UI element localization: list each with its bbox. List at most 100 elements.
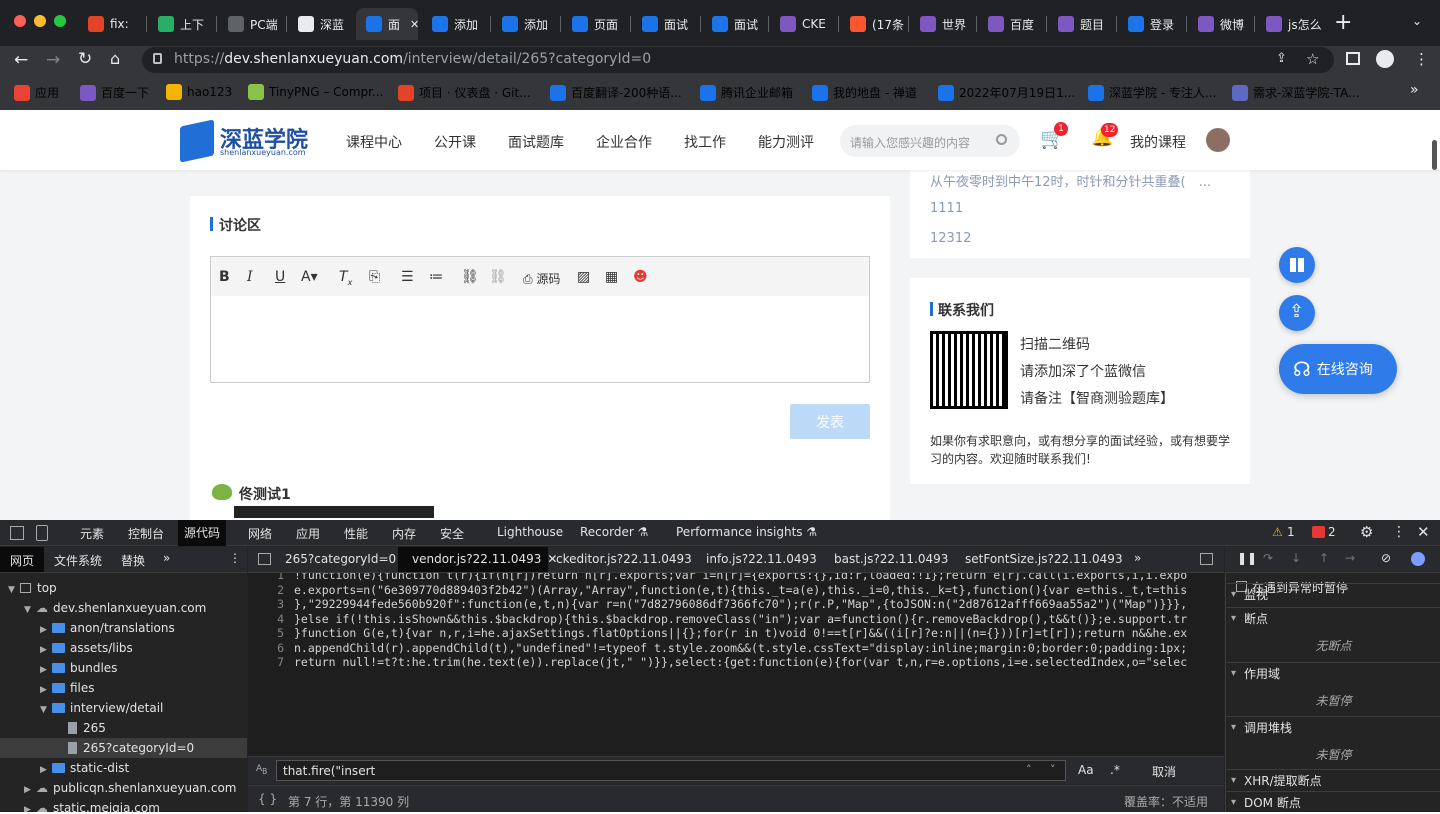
warning-count[interactable]: 1 bbox=[1287, 525, 1295, 539]
debugger-section-header[interactable]: 断点 bbox=[1226, 607, 1440, 630]
text-color-icon[interactable]: A▾ bbox=[301, 269, 318, 285]
navigator-menu-icon[interactable]: ⋮ bbox=[229, 551, 241, 565]
expand-arrow-icon[interactable]: ▶ bbox=[40, 620, 52, 640]
line-number[interactable]: 7 bbox=[248, 655, 288, 669]
devtools-tab[interactable]: 元素 bbox=[80, 525, 104, 542]
code-line[interactable]: return null!=t?t:he.trim(he.text(e)).rep… bbox=[294, 655, 1187, 669]
back-icon[interactable]: ← bbox=[14, 50, 28, 70]
expand-arrow-icon[interactable]: ▶ bbox=[40, 680, 52, 700]
bookmark-item[interactable]: hao123 bbox=[166, 84, 232, 100]
nav-assessment[interactable]: 能力测评 bbox=[758, 132, 814, 152]
browser-tab[interactable]: (17条 bbox=[840, 8, 906, 40]
devtools-tab[interactable]: 内存 bbox=[392, 525, 416, 542]
online-consult-button[interactable]: ☊ 在线咨询 bbox=[1279, 344, 1397, 394]
file-tab[interactable]: info.js?22.11.0493 bbox=[706, 552, 817, 566]
devtools-tab[interactable]: 网络 bbox=[248, 525, 272, 542]
line-number[interactable]: 1 bbox=[248, 573, 288, 582]
nav-public-class[interactable]: 公开课 bbox=[434, 132, 476, 152]
url-text[interactable]: https://dev.shenlanxueyuan.com/interview… bbox=[174, 51, 651, 67]
browser-tab[interactable]: 面试 bbox=[702, 8, 766, 40]
link-icon[interactable]: ⛓ bbox=[461, 269, 479, 285]
tree-node[interactable]: ▶ ☁ static.meiqia.com bbox=[0, 798, 247, 812]
publish-button[interactable]: 发表 bbox=[790, 404, 870, 439]
step-out-icon[interactable]: ↑ bbox=[1319, 551, 1329, 565]
code-line[interactable]: e.exports=n("6e309770d889403f2b42")(Arra… bbox=[294, 583, 1187, 597]
browser-tab[interactable]: 百度 bbox=[978, 8, 1044, 40]
bookmark-item[interactable]: 深蓝学院 - 专注人... bbox=[1088, 84, 1216, 101]
bookmark-item[interactable]: 百度翻译-200种语... bbox=[550, 84, 682, 101]
inspect-element-icon[interactable] bbox=[10, 526, 24, 540]
code-line[interactable]: }function G(e,t){var n,r,i=he.ajaxSettin… bbox=[294, 626, 1187, 640]
error-icon[interactable] bbox=[1312, 526, 1325, 538]
browser-tab[interactable]: 深蓝 bbox=[288, 8, 352, 40]
user-avatar[interactable] bbox=[1206, 128, 1230, 152]
tree-node[interactable]: ▶ ☁ publicqn.shenlanxueyuan.com bbox=[0, 778, 247, 798]
browser-tab[interactable]: 世界 bbox=[910, 8, 974, 40]
tree-node[interactable]: ▶ static-dist bbox=[0, 758, 247, 778]
table-icon[interactable]: ▦ bbox=[605, 269, 618, 285]
browser-tab[interactable]: 微博 bbox=[1188, 8, 1252, 40]
forward-icon[interactable]: → bbox=[46, 50, 60, 70]
bookmark-item[interactable]: 我的地盘 - 禅道 bbox=[812, 84, 917, 101]
previous-match-icon[interactable]: ˄ bbox=[1026, 763, 1032, 776]
side-panel-icon[interactable] bbox=[1346, 52, 1360, 65]
tree-node[interactable]: 265?categoryId=0 bbox=[0, 738, 247, 758]
source-button[interactable]: ⎙ 源码 bbox=[523, 270, 560, 287]
comment-editor[interactable] bbox=[210, 296, 870, 383]
deactivate-breakpoints-icon[interactable]: ⊘ bbox=[1381, 551, 1391, 565]
devtools-menu-icon[interactable]: ⋮ bbox=[1392, 524, 1406, 540]
tab-search-chevron-icon[interactable]: ⌄ bbox=[1412, 14, 1422, 28]
code-line[interactable]: }else if(!this.isShown&&this.$backdrop){… bbox=[294, 612, 1187, 626]
debugger-section-header[interactable]: DOM 断点 bbox=[1226, 791, 1440, 814]
related-item[interactable]: 从午夜零时到中午12时，时针和分针共重叠( ... bbox=[930, 171, 1230, 190]
expand-arrow-icon[interactable]: ▼ bbox=[24, 600, 36, 620]
debugger-section-header[interactable]: XHR/提取断点 bbox=[1226, 769, 1440, 792]
nav-enterprise[interactable]: 企业合作 bbox=[596, 132, 652, 152]
code-search-input[interactable]: that.fire("insert bbox=[276, 760, 1066, 781]
match-case-toggle[interactable]: Aa bbox=[1078, 763, 1094, 777]
bookmark-item[interactable]: 应用 bbox=[14, 84, 59, 101]
tab-page[interactable]: 网页 bbox=[10, 552, 34, 569]
nav-interview-bank[interactable]: 面试题库 bbox=[508, 132, 564, 152]
expand-arrow-icon[interactable]: ▼ bbox=[8, 580, 20, 600]
browser-tab[interactable]: 添加 bbox=[492, 8, 558, 40]
italic-icon[interactable]: I bbox=[247, 269, 253, 285]
bookmark-item[interactable]: 腾讯企业邮箱 bbox=[700, 84, 793, 101]
browser-menu-icon[interactable]: ⋮ bbox=[1414, 50, 1429, 68]
warning-icon[interactable]: ⚠ bbox=[1272, 525, 1283, 539]
devtools-tab[interactable]: 应用 bbox=[296, 525, 320, 542]
cancel-search-button[interactable]: 取消 bbox=[1152, 763, 1176, 780]
file-tab[interactable]: bast.js?22.11.0493 bbox=[834, 552, 948, 566]
related-item[interactable]: 12312 bbox=[930, 231, 971, 246]
bookmark-item[interactable]: 项目 · 仪表盘 · Git... bbox=[398, 84, 531, 101]
tree-node[interactable]: ▼ ☁ dev.shenlanxueyuan.com bbox=[0, 598, 247, 618]
my-courses-link[interactable]: 我的课程 bbox=[1130, 132, 1186, 152]
tree-node[interactable]: ▶ bundles bbox=[0, 658, 247, 678]
code-line[interactable]: !function(e){function t(r){if(n[r])retur… bbox=[294, 573, 1187, 582]
devtools-tab[interactable]: 安全 bbox=[440, 525, 464, 542]
step-icon[interactable]: → bbox=[1345, 551, 1355, 565]
tree-node[interactable]: 265 bbox=[0, 718, 247, 738]
tree-node[interactable]: ▼ interview/detail bbox=[0, 698, 247, 718]
reload-icon[interactable]: ↻ bbox=[78, 49, 92, 69]
bookmark-item[interactable]: 2022年07月19日1... bbox=[938, 84, 1075, 101]
expand-arrow-icon[interactable]: ▼ bbox=[40, 700, 52, 720]
numbered-list-icon[interactable]: ☰ bbox=[401, 269, 414, 285]
pause-on-exceptions-icon[interactable] bbox=[1411, 552, 1425, 566]
tree-node[interactable]: ▶ assets/libs bbox=[0, 638, 247, 658]
devtools-tab[interactable]: Recorder ⚗ bbox=[580, 525, 648, 539]
related-item[interactable]: 1111 bbox=[930, 201, 963, 216]
underline-icon[interactable]: U bbox=[275, 269, 285, 285]
more-tabs-icon[interactable]: » bbox=[163, 551, 170, 565]
logo-icon[interactable] bbox=[180, 119, 214, 163]
line-number[interactable]: 3 bbox=[248, 597, 288, 611]
expand-arrow-icon[interactable]: ▶ bbox=[40, 660, 52, 680]
bold-icon[interactable]: B bbox=[219, 269, 230, 285]
site-search-input[interactable]: 请输入您感兴趣的内容 bbox=[840, 125, 1020, 157]
line-number[interactable]: 6 bbox=[248, 641, 288, 655]
bookmark-item[interactable]: TinyPNG – Compr... bbox=[248, 84, 383, 100]
browser-tab[interactable]: 添加 bbox=[422, 8, 488, 40]
file-tab[interactable]: ckeditor.js?22.11.0493 bbox=[556, 552, 692, 566]
toggle-debugger-icon[interactable] bbox=[1200, 553, 1213, 565]
expand-arrow-icon[interactable]: ▶ bbox=[40, 760, 52, 780]
